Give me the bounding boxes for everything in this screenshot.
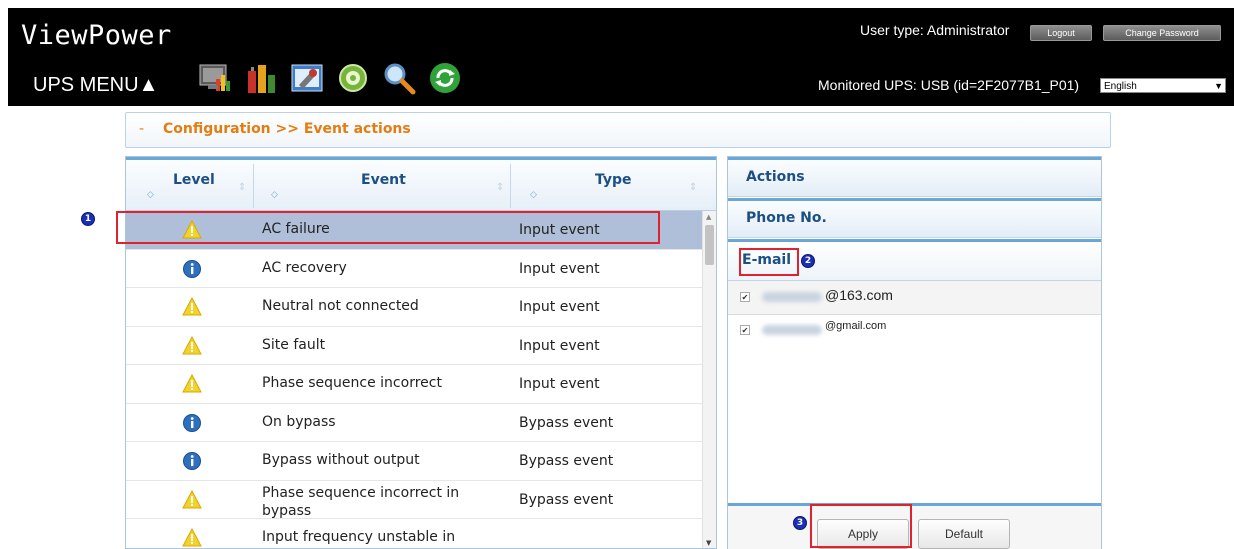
event-rows: AC failure Input event AC recovery Input ev… xyxy=(126,211,702,548)
warning-icon xyxy=(182,335,202,356)
event-type: Input event xyxy=(519,299,600,315)
email-list-item[interactable]: ✔ @gmail.com xyxy=(728,316,1101,350)
table-row[interactable]: Phase sequence incorrect Input event xyxy=(126,365,702,404)
column-header-type[interactable]: Type xyxy=(595,172,632,188)
table-row[interactable]: AC recovery Input event xyxy=(126,249,702,288)
logout-button[interactable]: Logout xyxy=(1030,25,1092,41)
app-header: ViewPower UPS MENU▲ User type: Administr… xyxy=(8,8,1234,106)
redacted-email-user xyxy=(762,292,822,302)
phone-label: Phone No. xyxy=(746,210,827,226)
breadcrumb-dash-icon: - xyxy=(139,121,145,137)
warning-icon xyxy=(182,296,202,317)
highlight-box-apply xyxy=(810,504,912,548)
table-row[interactable]: Site fault Input event xyxy=(126,326,702,365)
annotation-marker-2: 2 xyxy=(801,254,815,268)
event-type: Bypass event xyxy=(519,414,614,431)
refresh-icon[interactable] xyxy=(428,61,462,95)
phone-accordion[interactable]: Phone No. xyxy=(728,198,1101,238)
table-row[interactable]: Phase sequence incorrect in bypass Bypass… xyxy=(126,480,702,519)
info-icon xyxy=(182,451,202,471)
monitor-icon[interactable] xyxy=(198,61,232,95)
language-select[interactable]: English ▼ xyxy=(1100,78,1226,93)
email-address: @gmail.com xyxy=(825,320,887,332)
monitored-ups-label: Monitored UPS: USB (id=2F2077B1_P01) xyxy=(818,77,1080,93)
actions-panel: Actions Phone No. E-mail ✔ @163.com ✔ @g… xyxy=(727,156,1102,549)
gear-icon[interactable] xyxy=(336,61,370,95)
actions-header: Actions xyxy=(728,157,1101,197)
scroll-up-icon[interactable]: ▲ xyxy=(706,213,711,221)
annotation-marker-3: 3 xyxy=(793,516,807,530)
email-checkbox[interactable]: ✔ xyxy=(740,325,750,335)
sort-icon: ⇕ xyxy=(496,182,505,193)
event-name: Site fault xyxy=(262,336,326,353)
event-type: Input event xyxy=(519,376,600,392)
table-row[interactable]: Input frequency unstable in xyxy=(126,519,702,548)
event-name: Input frequency unstable in xyxy=(262,529,456,545)
table-row[interactable]: Bypass without output Bypass event xyxy=(126,442,702,481)
user-type-label: User type: Administrator xyxy=(860,22,1010,38)
scroll-thumb[interactable] xyxy=(705,225,714,265)
event-table-scrollbar[interactable]: ▲ ▼ xyxy=(702,211,716,548)
sort-icon[interactable]: ◇ xyxy=(530,190,537,200)
actions-footer: Apply Default xyxy=(728,503,1101,549)
dropdown-arrow-icon: ▼ xyxy=(1214,81,1223,91)
default-button[interactable]: Default xyxy=(918,519,1010,549)
info-icon xyxy=(182,259,202,279)
event-name: Phase sequence incorrect xyxy=(262,375,442,391)
email-checkbox[interactable]: ✔ xyxy=(740,292,750,302)
event-type: Input event xyxy=(519,260,600,277)
search-icon[interactable] xyxy=(382,61,416,95)
sort-icon: ⇕ xyxy=(238,182,247,193)
ups-menu-toggle[interactable]: UPS MENU▲ xyxy=(33,74,158,97)
event-name: Neutral not connected xyxy=(262,298,419,314)
event-name: AC recovery xyxy=(262,259,347,276)
info-icon xyxy=(182,413,202,433)
event-name: Bypass without output xyxy=(262,452,420,468)
sort-icon[interactable]: ◇ xyxy=(271,190,278,200)
scroll-down-icon[interactable]: ▼ xyxy=(706,539,711,547)
battery-chart-icon[interactable] xyxy=(244,61,278,95)
table-row[interactable]: Neutral not connected Input event xyxy=(126,288,702,327)
event-type: Bypass event xyxy=(519,453,614,469)
email-address: @163.com xyxy=(825,287,893,303)
highlight-box-ac-failure xyxy=(116,211,660,244)
highlight-box-email xyxy=(739,248,799,276)
column-divider xyxy=(253,164,254,208)
toolbar xyxy=(198,56,462,100)
change-password-button[interactable]: Change Password xyxy=(1103,25,1221,41)
warning-icon xyxy=(182,373,202,394)
warning-icon xyxy=(182,489,202,510)
column-header-event[interactable]: Event xyxy=(361,172,406,188)
app-title: ViewPower xyxy=(21,20,172,51)
event-table-header: Level ◇ ⇕ Event ◇ ⇕ Type ◇ ⇕ xyxy=(126,157,716,211)
event-name: On bypass xyxy=(262,413,336,430)
column-header-level[interactable]: Level xyxy=(173,172,215,188)
event-type: Bypass event xyxy=(519,491,614,508)
column-divider xyxy=(510,164,511,208)
sort-icon: ⇕ xyxy=(689,182,698,193)
actions-title: Actions xyxy=(746,169,805,185)
warning-icon xyxy=(182,527,202,548)
language-selected-value: English xyxy=(1104,81,1137,92)
breadcrumb: - Configuration >> Event actions xyxy=(125,112,1111,148)
annotation-marker-1: 1 xyxy=(81,212,95,226)
redacted-email-user xyxy=(762,325,822,335)
event-type: Input event xyxy=(519,337,600,354)
sort-icon[interactable]: ◇ xyxy=(147,190,154,200)
settings-tools-icon[interactable] xyxy=(290,61,324,95)
breadcrumb-text: Configuration >> Event actions xyxy=(163,121,411,137)
email-list-item[interactable]: ✔ @163.com xyxy=(728,281,1101,315)
table-row[interactable]: On bypass Bypass event xyxy=(126,403,702,442)
event-name: Phase sequence incorrect in bypass xyxy=(262,484,460,519)
